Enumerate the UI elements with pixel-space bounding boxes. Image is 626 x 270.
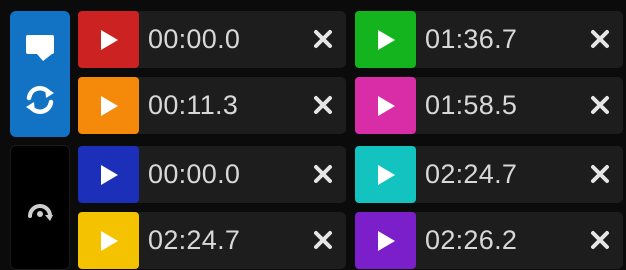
hot-cue-4: 01:58.5 [355,77,623,134]
cue-1-play-button[interactable] [78,11,139,68]
cue-6-play-button[interactable] [355,146,416,203]
rotate-arrow-icon [28,203,53,221]
cue-6-time: 02:24.7 [425,159,518,189]
cue-8-play-button[interactable] [355,212,416,269]
cue-2-time: 01:36.7 [425,24,518,54]
cue-7-play-button[interactable] [78,212,139,269]
play-icon [377,164,395,185]
hot-cue-3: 00:11.3 [78,77,346,134]
sync-button[interactable] [18,80,62,120]
close-icon [591,30,609,48]
hot-cue-panel: 00:00.0 01:36.7 00:11.3 01:58.5 00:00.0 … [0,0,626,270]
cue-1-delete-button[interactable] [308,24,338,54]
close-icon [314,231,332,249]
play-icon [377,95,395,116]
cue-5-time: 00:00.0 [148,159,241,189]
rotate-button[interactable] [18,188,62,228]
cue-7-delete-button[interactable] [308,225,338,255]
cue-mode-panel [10,11,70,137]
cue-4-time: 01:58.5 [425,90,518,120]
hot-cue-8: 02:26.2 [355,212,623,269]
close-icon [591,165,609,183]
cue-3-delete-button[interactable] [308,90,338,120]
hot-cue-2: 01:36.7 [355,11,623,68]
cue-8-delete-button[interactable] [585,225,615,255]
cue-3-time: 00:11.3 [148,90,239,120]
speech-bubble-icon [26,35,54,61]
cue-3-play-button[interactable] [78,77,139,134]
close-icon [591,96,609,114]
play-icon [377,29,395,50]
cue-4-delete-button[interactable] [585,90,615,120]
hot-cue-5: 00:00.0 [78,146,346,203]
cue-5-delete-button[interactable] [308,159,338,189]
sync-icon [26,85,54,115]
play-icon [100,95,118,116]
hot-cue-6: 02:24.7 [355,146,623,203]
play-icon [377,230,395,251]
play-icon [100,230,118,251]
hot-cue-1: 00:00.0 [78,11,346,68]
speech-bubble-button[interactable] [18,28,62,68]
cue-5-play-button[interactable] [78,146,139,203]
cue-2-play-button[interactable] [355,11,416,68]
cue-7-time: 02:24.7 [148,225,241,255]
play-icon [100,164,118,185]
play-icon [100,29,118,50]
cue-8-time: 02:26.2 [425,225,518,255]
cue-4-play-button[interactable] [355,77,416,134]
close-icon [314,165,332,183]
close-icon [314,96,332,114]
close-icon [591,231,609,249]
cue-6-delete-button[interactable] [585,159,615,189]
cue-2-delete-button[interactable] [585,24,615,54]
close-icon [314,30,332,48]
loop-panel [10,145,70,270]
cue-1-time: 00:00.0 [148,24,241,54]
hot-cue-7: 02:24.7 [78,212,346,269]
